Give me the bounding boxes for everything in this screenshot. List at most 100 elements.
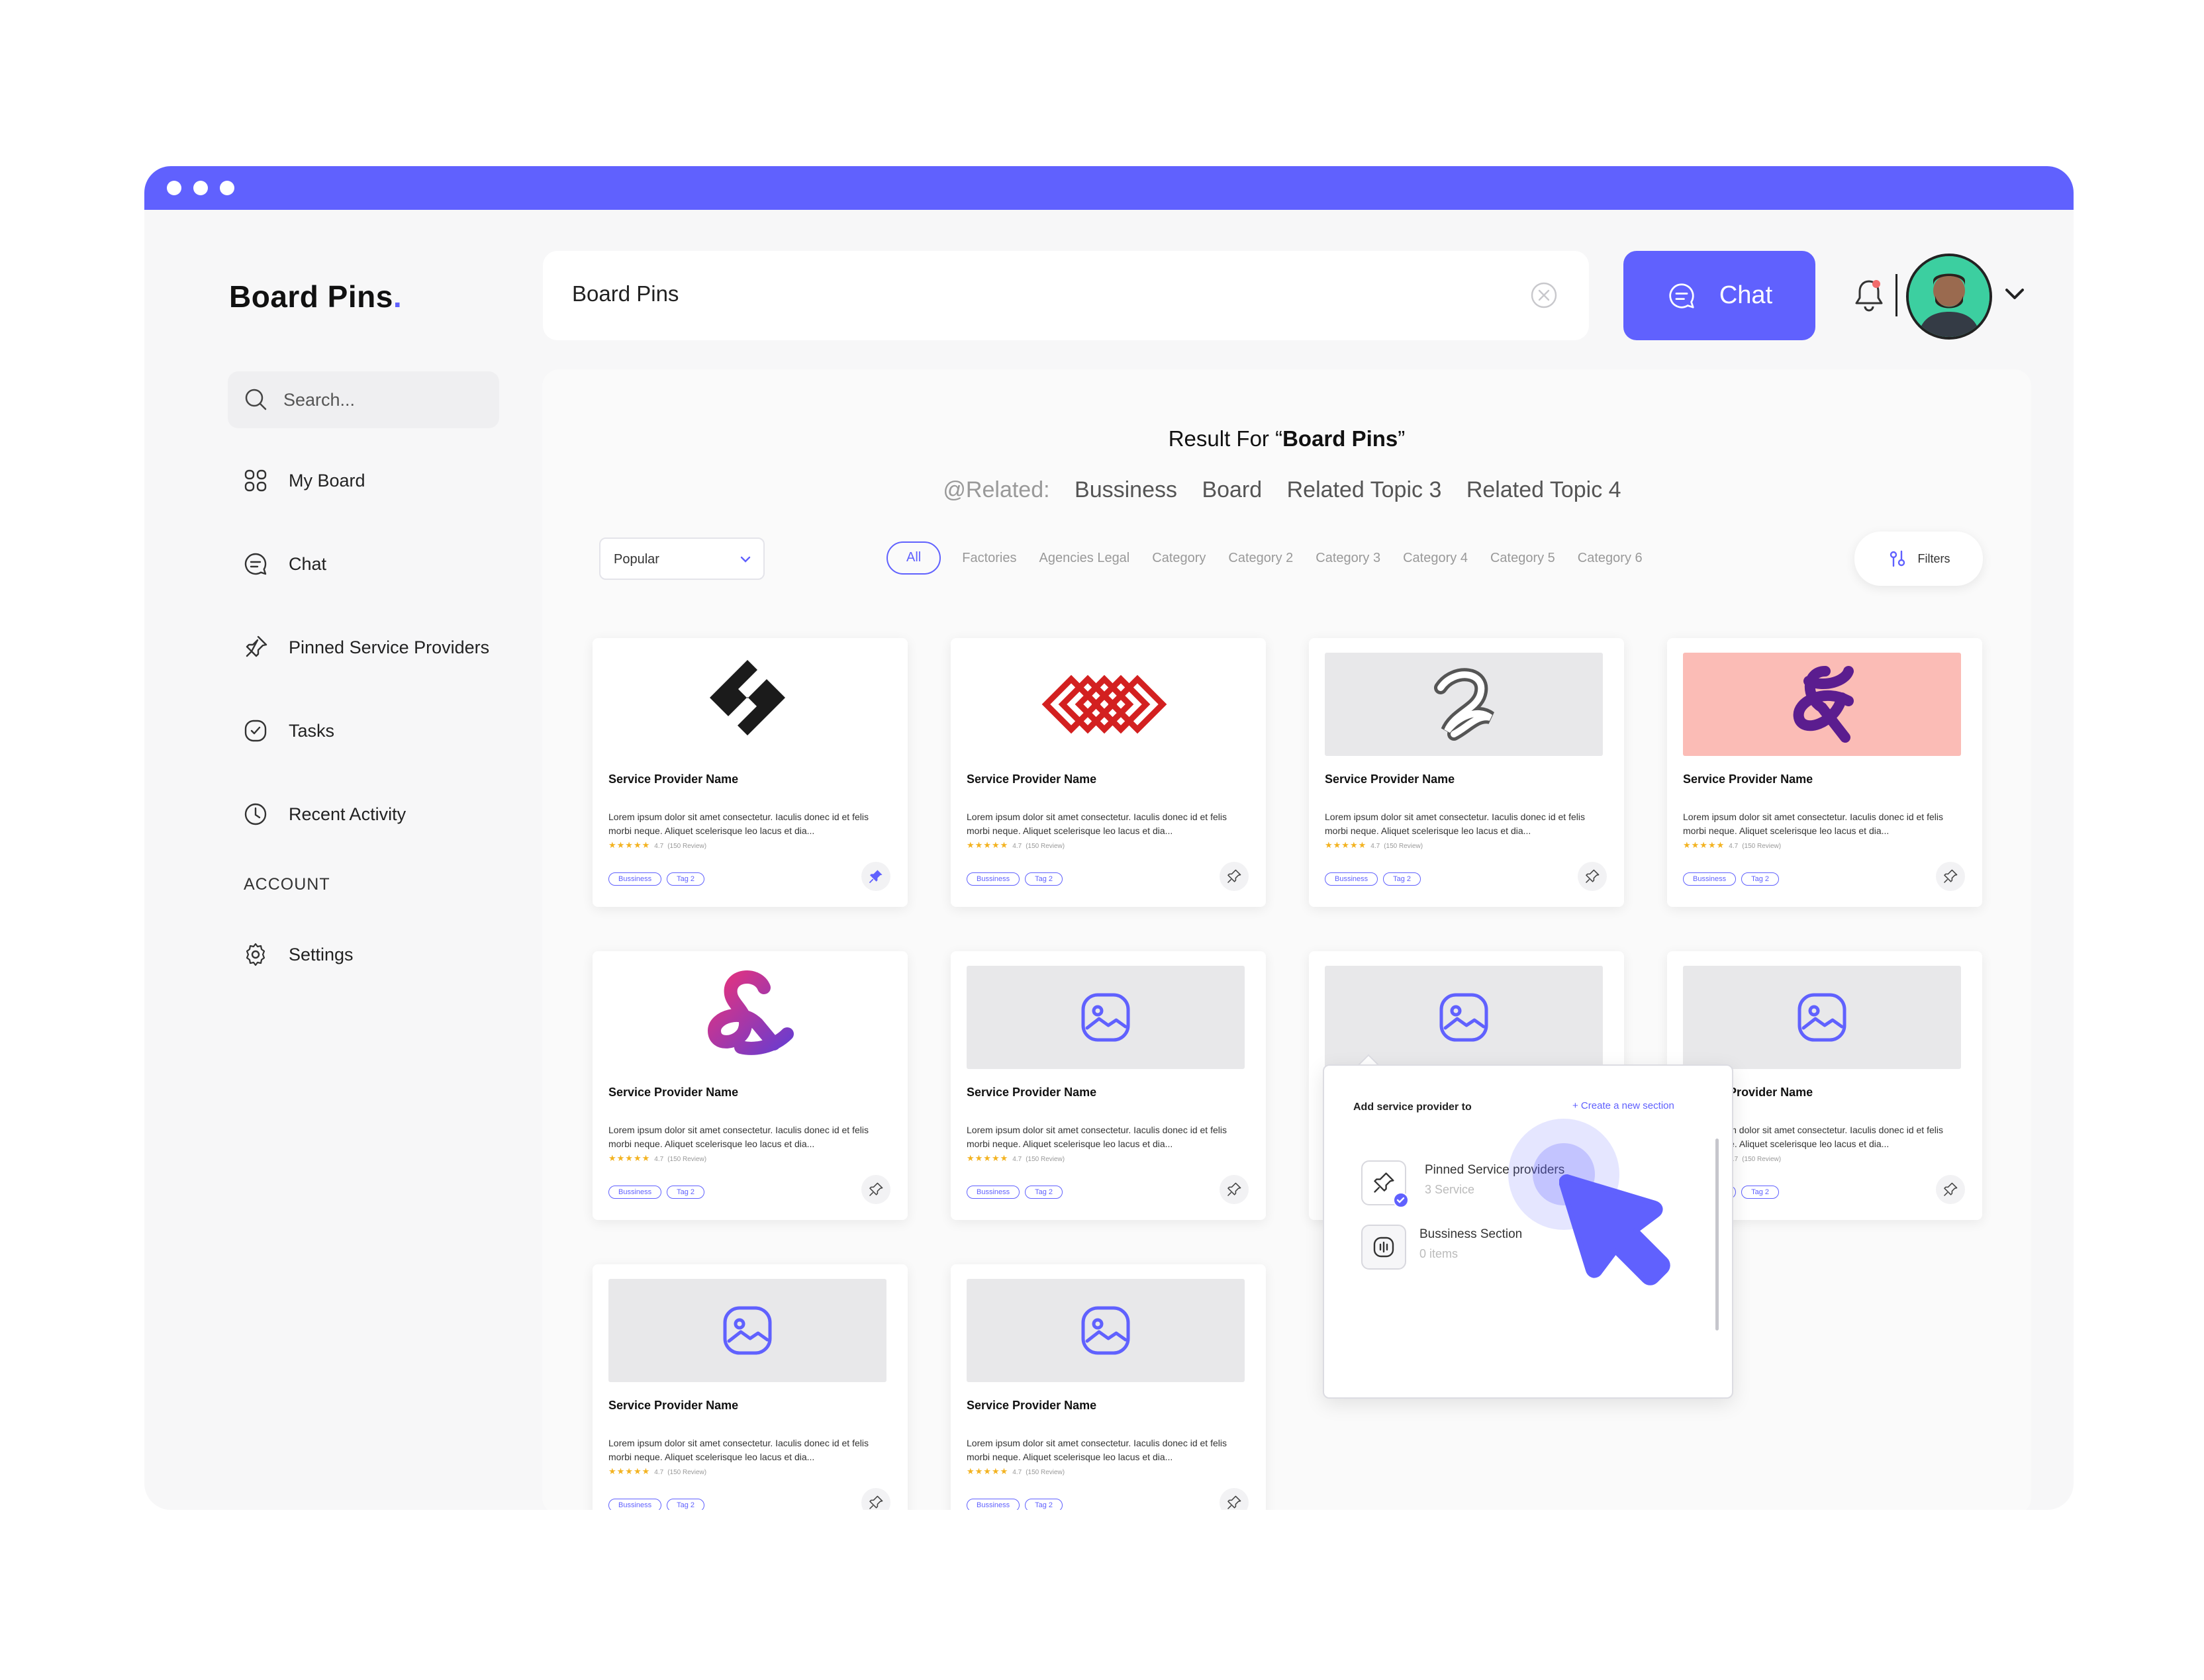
tag[interactable]: Tag 2: [1741, 872, 1780, 886]
review-count: (150 Review): [667, 843, 707, 850]
chevron-down-icon[interactable]: [2001, 284, 2028, 304]
provider-card[interactable]: Service Provider Name Lorem ipsum dolor …: [1309, 638, 1624, 907]
sidebar-item-my-board[interactable]: My Board: [242, 462, 365, 499]
provider-name: Service Provider Name: [967, 1399, 1097, 1412]
star-rating: ★★★★★: [967, 1466, 1009, 1476]
filters-button[interactable]: Filters: [1854, 532, 1983, 586]
provider-card[interactable]: Service Provider Name Lorem ipsum dolor …: [593, 951, 908, 1220]
window-dot-minimize[interactable]: [193, 181, 208, 195]
pin-button[interactable]: [1220, 1488, 1249, 1510]
pin-button[interactable]: [861, 1488, 890, 1510]
provider-description: Lorem ipsum dolor sit amet consectetur. …: [608, 1438, 869, 1462]
chip[interactable]: Category 6: [1570, 541, 1651, 575]
clear-search-icon[interactable]: [1529, 281, 1558, 310]
tag[interactable]: Bussiness: [967, 1186, 1020, 1199]
window-dot-maximize[interactable]: [220, 181, 234, 195]
tag[interactable]: Bussiness: [608, 872, 662, 886]
cursor-arrow-icon: [1559, 1174, 1670, 1285]
brand-logo-icon: [1434, 668, 1494, 741]
avatar[interactable]: [1906, 254, 1992, 340]
provider-name: Service Provider Name: [1683, 772, 1813, 786]
audio-wave-icon: [1373, 1237, 1394, 1258]
sidebar-item-label: Settings: [289, 944, 354, 964]
chip[interactable]: Category 4: [1395, 541, 1476, 575]
image-placeholder: [1325, 966, 1603, 1069]
sidebar-search[interactable]: [228, 371, 499, 428]
logo-text: Board Pins: [229, 279, 393, 314]
sort-dropdown[interactable]: Popular: [599, 537, 765, 580]
pin-button[interactable]: [861, 862, 890, 891]
image-icon: [723, 1306, 772, 1355]
chat-button[interactable]: Chat: [1623, 251, 1815, 340]
related-topic[interactable]: Board: [1202, 477, 1262, 502]
app-logo: Board Pins.: [229, 279, 402, 314]
provider-card[interactable]: Service Provider Name Lorem ipsum dolor …: [951, 1264, 1266, 1510]
tag[interactable]: Bussiness: [967, 1499, 1020, 1510]
tag[interactable]: Tag 2: [667, 1186, 705, 1199]
chip[interactable]: Category 3: [1308, 541, 1388, 575]
related-topic[interactable]: Bussiness: [1075, 477, 1177, 502]
sidebar-item-tasks[interactable]: Tasks: [242, 712, 334, 749]
pin-button[interactable]: [1220, 862, 1249, 891]
rating: ★★★★★4.7 (150 Review): [967, 840, 1065, 851]
category-chips: All Factories Agencies Legal Category Ca…: [886, 541, 1651, 575]
chip[interactable]: Category 2: [1220, 541, 1301, 575]
chip[interactable]: Factories: [954, 541, 1024, 575]
brand-logo-icon: [1041, 675, 1167, 734]
rating-value: 4.7: [654, 843, 664, 850]
provider-logo: [1683, 653, 1961, 756]
pin-icon: [1944, 869, 1958, 883]
sidebar-item-settings[interactable]: Settings: [242, 936, 354, 973]
create-section-link[interactable]: + Create a new section: [1572, 1100, 1674, 1111]
provider-card[interactable]: Service Provider Name Lorem ipsum dolor …: [593, 638, 908, 907]
chip[interactable]: Category: [1144, 541, 1214, 575]
chip[interactable]: Category 5: [1482, 541, 1563, 575]
chip-all[interactable]: All: [886, 541, 941, 575]
rating-value: 4.7: [1012, 1469, 1022, 1476]
related-topic[interactable]: Related Topic 3: [1287, 477, 1442, 502]
star-rating: ★★★★★: [1325, 840, 1367, 850]
tag[interactable]: Bussiness: [1683, 872, 1737, 886]
tag[interactable]: Bussiness: [608, 1499, 662, 1510]
review-count: (150 Review): [1384, 843, 1423, 850]
top-search-value[interactable]: Board Pins: [572, 281, 679, 306]
pin-button[interactable]: [1220, 1175, 1249, 1204]
tag[interactable]: Tag 2: [1383, 872, 1421, 886]
tag[interactable]: Tag 2: [667, 872, 705, 886]
provider-description: Lorem ipsum dolor sit amet consectetur. …: [608, 1125, 869, 1149]
tag[interactable]: Bussiness: [1325, 872, 1378, 886]
chip[interactable]: Agencies Legal: [1031, 541, 1137, 575]
bell-icon[interactable]: [1851, 277, 1887, 314]
provider-card[interactable]: Service Provider Name Lorem ipsum dolor …: [593, 1264, 908, 1510]
sidebar-item-pinned-service-providers[interactable]: Pinned Service Providers: [242, 629, 489, 666]
related-topic[interactable]: Related Topic 4: [1466, 477, 1621, 502]
window-dot-close[interactable]: [167, 181, 181, 195]
pin-icon: [1944, 1182, 1958, 1196]
sidebar-item-label: Pinned Service Providers: [289, 637, 490, 657]
sidebar-item-chat[interactable]: Chat: [242, 545, 326, 583]
pin-button[interactable]: [1578, 862, 1607, 891]
provider-logo: [608, 966, 886, 1069]
star-rating: ★★★★★: [967, 840, 1009, 850]
tag-list: Bussiness Tag 2: [967, 1499, 1063, 1510]
popover-scrollbar[interactable]: [1715, 1139, 1719, 1330]
pin-button[interactable]: [1936, 862, 1965, 891]
sidebar-item-recent-activity[interactable]: Recent Activity: [242, 796, 406, 833]
provider-card[interactable]: Service Provider Name Lorem ipsum dolor …: [1667, 638, 1982, 907]
tag[interactable]: Tag 2: [1025, 1186, 1063, 1199]
tag[interactable]: Bussiness: [967, 872, 1020, 886]
sidebar-search-input[interactable]: [283, 371, 482, 428]
tag[interactable]: Bussiness: [608, 1186, 662, 1199]
tag[interactable]: Tag 2: [1025, 1499, 1063, 1510]
tag[interactable]: Tag 2: [1025, 872, 1063, 886]
tag[interactable]: Tag 2: [1741, 1186, 1780, 1199]
top-search-bar[interactable]: Board Pins: [543, 251, 1589, 340]
star-rating: ★★★★★: [967, 1153, 1009, 1163]
pin-button[interactable]: [1936, 1175, 1965, 1204]
pin-button[interactable]: [861, 1175, 890, 1204]
tag[interactable]: Tag 2: [667, 1499, 705, 1510]
provider-card[interactable]: Service Provider Name Lorem ipsum dolor …: [951, 638, 1266, 907]
provider-card[interactable]: Service Provider Name Lorem ipsum dolor …: [951, 951, 1266, 1220]
image-icon: [1081, 993, 1130, 1042]
pin-icon: [1374, 1172, 1394, 1193]
